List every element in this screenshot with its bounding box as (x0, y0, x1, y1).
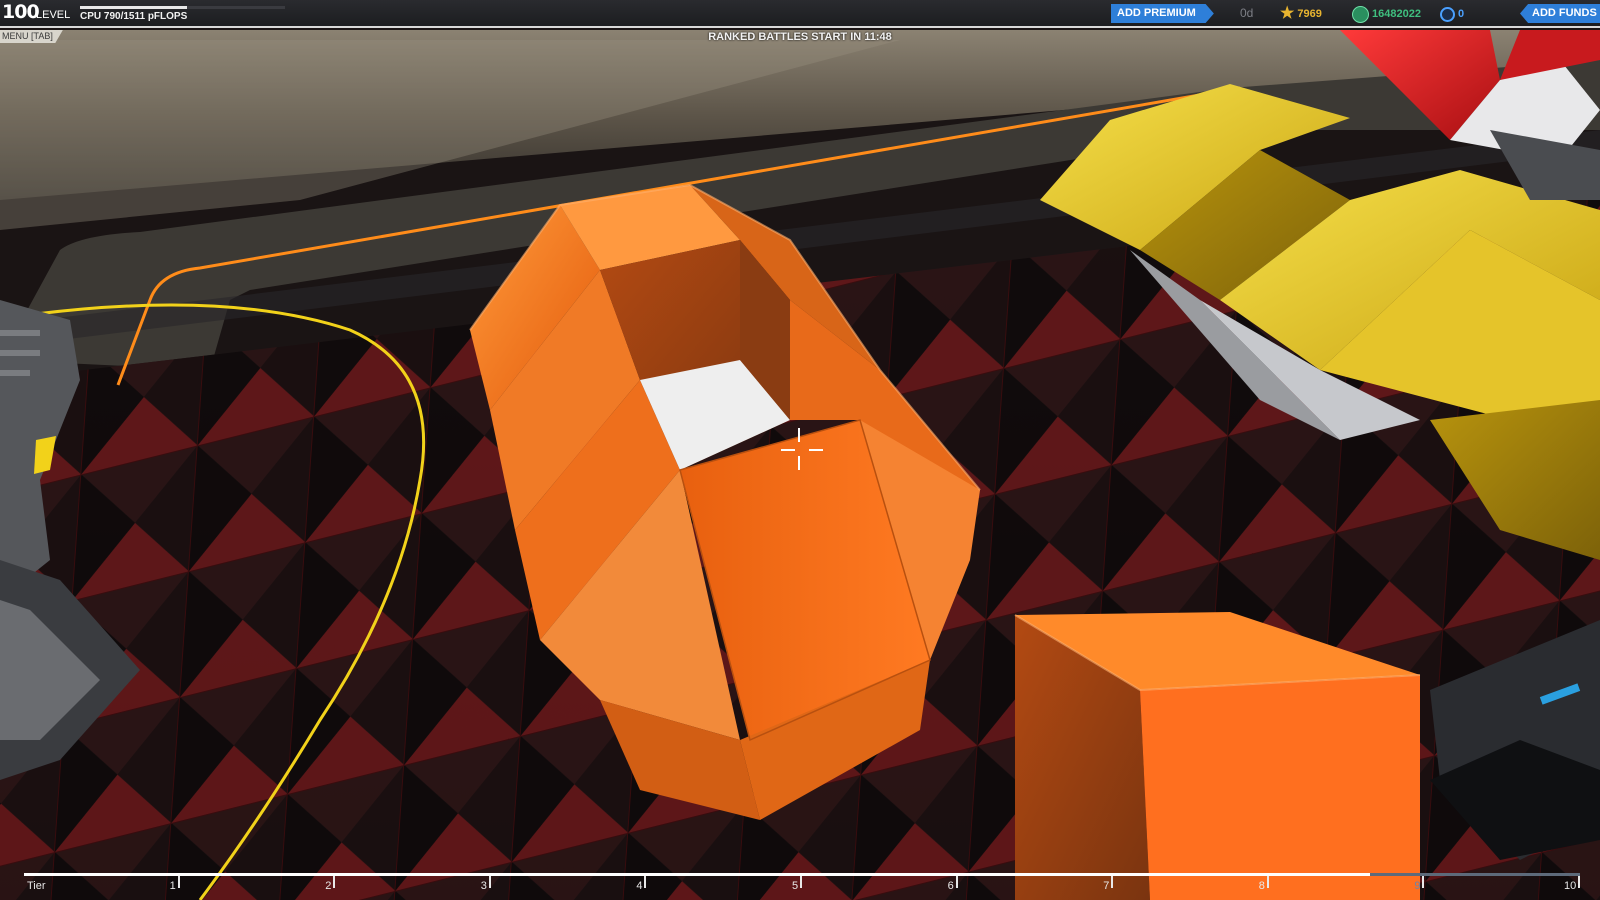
tier-number-6: 6 (947, 880, 954, 892)
tier-number-3: 3 (480, 880, 487, 892)
tier-tick-10 (1578, 876, 1580, 888)
tier-label: Tier (27, 880, 46, 892)
cosmetic-credits-display[interactable]: 0 (1440, 4, 1464, 24)
tier-tick-8 (1266, 876, 1269, 888)
cosmetic-credit-icon (1440, 6, 1455, 22)
tier-progress-bar: Tier 1 2 3 4 5 6 7 8 9 10 (0, 868, 1600, 900)
robits-value: 16482022 (1372, 8, 1421, 20)
tier-tick-6 (955, 876, 958, 888)
player-level-label: LEVEL (36, 9, 71, 21)
tier-tick-5 (800, 876, 802, 888)
tier-track (24, 873, 1580, 876)
tier-number-4: 4 (636, 880, 643, 892)
tier-tick-2 (333, 876, 336, 888)
premium-days-remaining: 0d (1240, 6, 1254, 20)
tier-number-9: 9 (1414, 880, 1421, 892)
cpu-bar (80, 6, 285, 9)
tier-number-7: 7 (1103, 880, 1110, 892)
tier-progress-fill (24, 873, 1370, 876)
add-funds-button[interactable]: ADD FUNDS (1520, 4, 1600, 23)
tier-number-2: 2 (325, 880, 332, 892)
tier-tick-3 (488, 876, 491, 888)
tier-tick-4 (644, 876, 647, 888)
tech-points-value: 7969 (1297, 8, 1322, 20)
game-viewport[interactable]: 100 LEVEL CPU 790/1511 pFLOPS ADD PREMIU… (0, 0, 1600, 900)
top-hud-bar: 100 LEVEL CPU 790/1511 pFLOPS ADD PREMIU… (0, 0, 1600, 28)
robits-display[interactable]: 16482022 (1352, 4, 1421, 24)
tier-tick-1 (177, 876, 180, 888)
cpu-meter: CPU 790/1511 pFLOPS (80, 4, 285, 26)
tech-points-display[interactable]: ★ 7969 (1280, 4, 1322, 24)
cosmetic-credits-value: 0 (1458, 8, 1465, 20)
tier-number-5: 5 (792, 880, 799, 892)
tier-tick-7 (1111, 876, 1114, 888)
crosshair-icon (781, 428, 825, 472)
tier-number-1: 1 (169, 880, 176, 892)
add-premium-button[interactable]: ADD PREMIUM (1111, 4, 1214, 23)
tier-tick-9 (1422, 876, 1425, 888)
robit-coin-icon (1352, 5, 1369, 23)
player-level-number: 100 (2, 1, 40, 23)
cpu-text: CPU 790/1511 pFLOPS (80, 11, 188, 22)
cpu-bar-fill (80, 6, 188, 9)
tier-number-10: 10 (1564, 880, 1577, 892)
ranked-battles-countdown: RANKED BATTLES START IN 11:48 (708, 31, 892, 43)
star-icon: ★ (1280, 5, 1295, 22)
tier-number-8: 8 (1258, 880, 1265, 892)
